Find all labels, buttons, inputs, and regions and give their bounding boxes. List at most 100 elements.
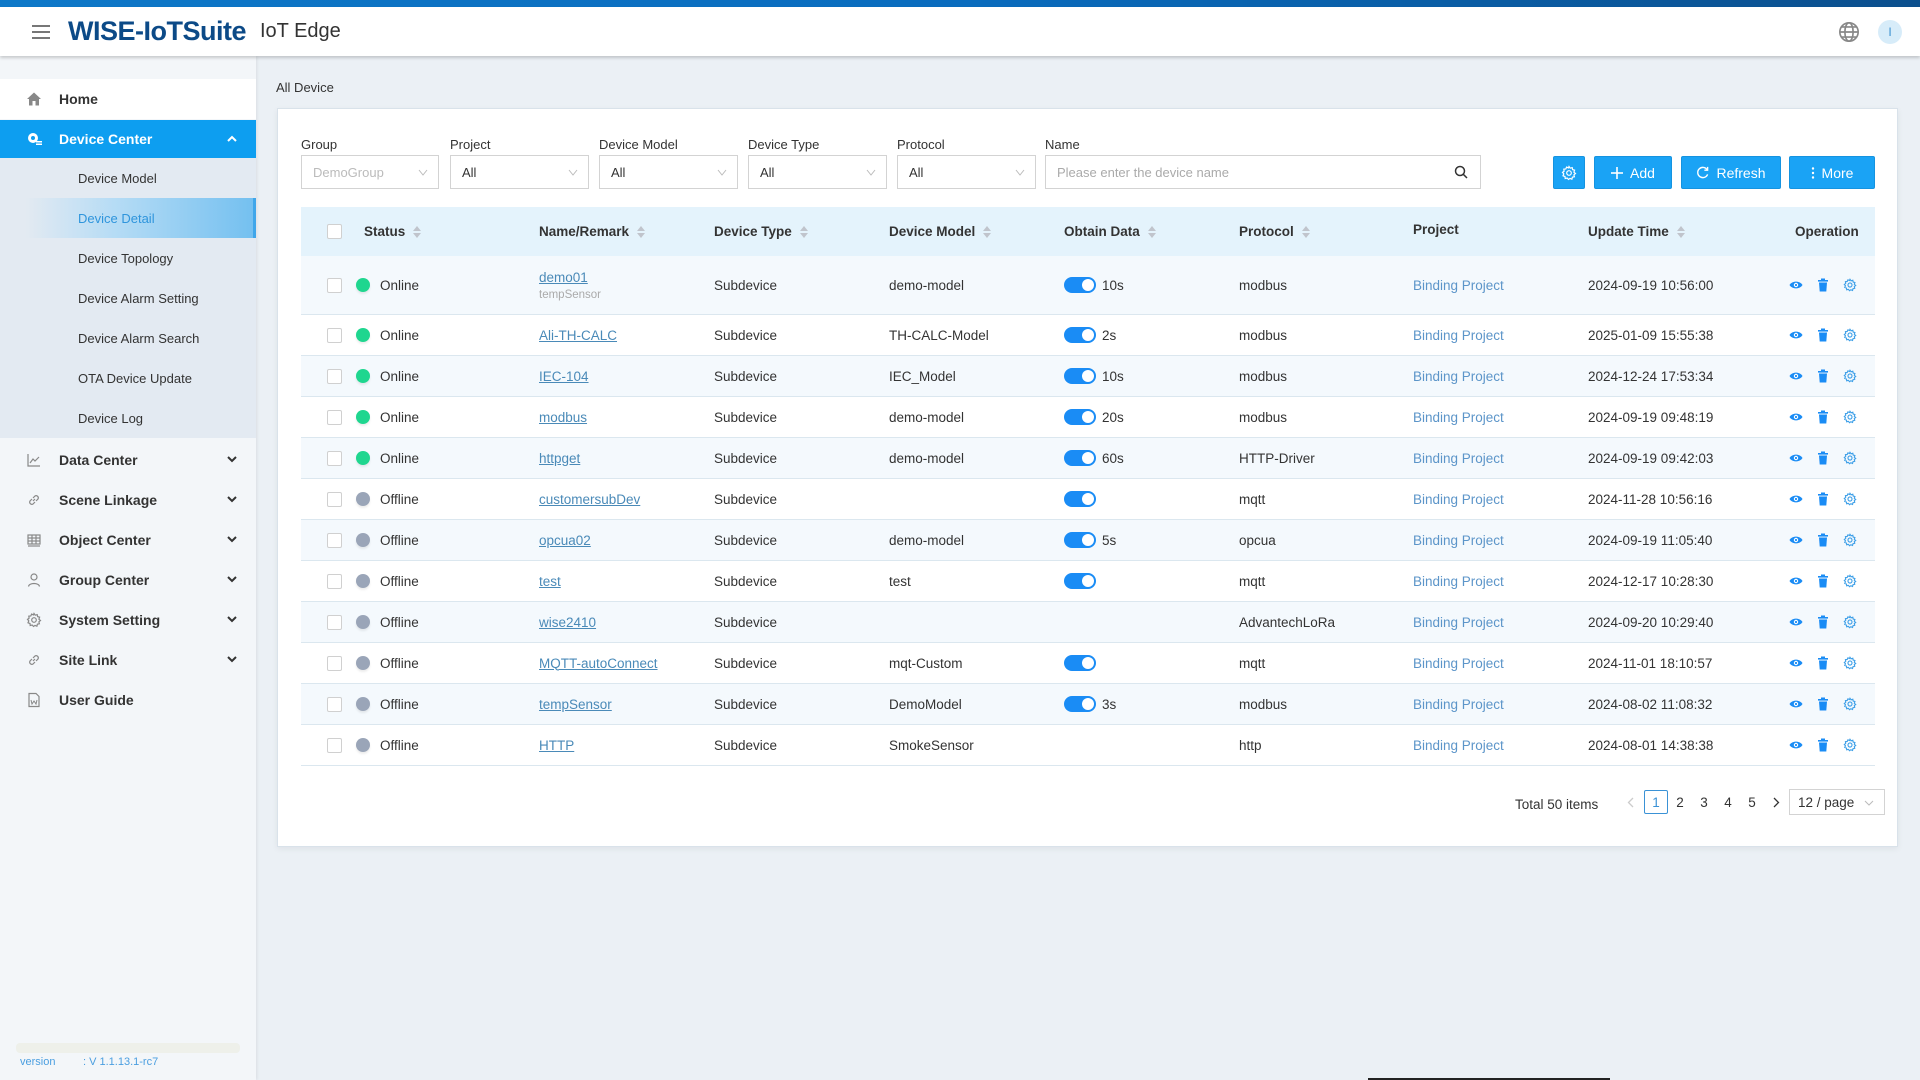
- menu-toggle-icon[interactable]: [32, 24, 50, 39]
- settings-gear-icon[interactable]: [1843, 278, 1857, 292]
- pagination-page-5[interactable]: 5: [1740, 790, 1764, 814]
- group-select[interactable]: DemoGroup: [301, 155, 439, 189]
- view-eye-icon[interactable]: [1789, 697, 1803, 711]
- binding-project-link[interactable]: Binding Project: [1413, 492, 1504, 507]
- obtain-data-toggle[interactable]: [1064, 491, 1096, 507]
- row-checkbox[interactable]: [327, 451, 342, 466]
- page-size-select[interactable]: 12 / page: [1789, 789, 1885, 815]
- delete-trash-icon[interactable]: [1816, 278, 1830, 292]
- view-eye-icon[interactable]: [1789, 533, 1803, 547]
- delete-trash-icon[interactable]: [1816, 615, 1830, 629]
- sidebar-subitem-device-log[interactable]: Device Log: [0, 398, 256, 438]
- delete-trash-icon[interactable]: [1816, 492, 1830, 506]
- sidebar-item-data-center[interactable]: Data Center: [0, 440, 256, 480]
- sort-icon[interactable]: [799, 225, 808, 238]
- device-name-link[interactable]: demo01: [539, 270, 588, 285]
- pagination-page-4[interactable]: 4: [1716, 790, 1740, 814]
- device-name-link[interactable]: modbus: [539, 410, 587, 425]
- device-model-select[interactable]: All: [599, 155, 738, 189]
- sidebar-subitem-device-alarm-setting[interactable]: Device Alarm Setting: [0, 278, 256, 318]
- sort-icon[interactable]: [983, 225, 992, 238]
- project-select[interactable]: All: [450, 155, 589, 189]
- add-device-button[interactable]: Add: [1594, 156, 1672, 189]
- obtain-data-toggle[interactable]: [1064, 573, 1096, 589]
- binding-project-link[interactable]: Binding Project: [1413, 533, 1504, 548]
- binding-project-link[interactable]: Binding Project: [1413, 697, 1504, 712]
- obtain-data-toggle[interactable]: [1064, 655, 1096, 671]
- sort-icon[interactable]: [637, 225, 646, 238]
- column-header-obtain-data[interactable]: Obtain Data: [1064, 207, 1156, 256]
- delete-trash-icon[interactable]: [1816, 410, 1830, 424]
- delete-trash-icon[interactable]: [1816, 656, 1830, 670]
- select-all-checkbox[interactable]: [327, 224, 342, 239]
- settings-gear-icon[interactable]: [1843, 615, 1857, 629]
- device-name-link[interactable]: IEC-104: [539, 369, 589, 384]
- settings-gear-icon[interactable]: [1843, 492, 1857, 506]
- pagination-page-2[interactable]: 2: [1668, 790, 1692, 814]
- binding-project-link[interactable]: Binding Project: [1413, 574, 1504, 589]
- settings-gear-icon[interactable]: [1843, 328, 1857, 342]
- column-header-name[interactable]: Name/Remark: [539, 207, 646, 256]
- delete-trash-icon[interactable]: [1816, 697, 1830, 711]
- row-checkbox[interactable]: [327, 410, 342, 425]
- pagination-next-button[interactable]: [1764, 790, 1788, 814]
- binding-project-link[interactable]: Binding Project: [1413, 278, 1504, 293]
- device-name-link[interactable]: tempSensor: [539, 697, 612, 712]
- row-checkbox[interactable]: [327, 369, 342, 384]
- binding-project-link[interactable]: Binding Project: [1413, 738, 1504, 753]
- sidebar-subitem-ota-device-update[interactable]: OTA Device Update: [0, 358, 256, 398]
- binding-project-link[interactable]: Binding Project: [1413, 615, 1504, 630]
- row-checkbox[interactable]: [327, 533, 342, 548]
- device-name-link[interactable]: test: [539, 574, 561, 589]
- sort-icon[interactable]: [1147, 225, 1156, 238]
- device-type-select[interactable]: All: [748, 155, 887, 189]
- row-checkbox[interactable]: [327, 328, 342, 343]
- more-button[interactable]: More: [1789, 156, 1875, 189]
- sidebar-subitem-device-model[interactable]: Device Model: [0, 158, 256, 198]
- sidebar-item-user-guide[interactable]: User Guide: [0, 680, 256, 720]
- column-header-device-model[interactable]: Device Model: [889, 207, 992, 256]
- device-name-link[interactable]: HTTP: [539, 738, 574, 753]
- sidebar-item-site-link[interactable]: Site Link: [0, 640, 256, 680]
- device-name-link[interactable]: wise2410: [539, 615, 596, 630]
- sidebar-item-group-center[interactable]: Group Center: [0, 560, 256, 600]
- row-checkbox[interactable]: [327, 574, 342, 589]
- binding-project-link[interactable]: Binding Project: [1413, 451, 1504, 466]
- language-globe-icon[interactable]: [1838, 21, 1860, 43]
- sidebar-item-system-setting[interactable]: System Setting: [0, 600, 256, 640]
- delete-trash-icon[interactable]: [1816, 328, 1830, 342]
- device-name-link[interactable]: Ali-TH-CALC: [539, 328, 617, 343]
- view-eye-icon[interactable]: [1789, 410, 1803, 424]
- obtain-data-toggle[interactable]: [1064, 368, 1096, 384]
- device-name-link[interactable]: opcua02: [539, 533, 591, 548]
- delete-trash-icon[interactable]: [1816, 533, 1830, 547]
- delete-trash-icon[interactable]: [1816, 574, 1830, 588]
- sort-icon[interactable]: [1676, 225, 1685, 238]
- settings-gear-icon[interactable]: [1843, 656, 1857, 670]
- view-eye-icon[interactable]: [1789, 328, 1803, 342]
- pagination-page-3[interactable]: 3: [1692, 790, 1716, 814]
- column-header-update-time[interactable]: Update Time: [1588, 207, 1685, 256]
- view-eye-icon[interactable]: [1789, 656, 1803, 670]
- pagination-prev-button[interactable]: [1618, 790, 1642, 814]
- device-name-link[interactable]: MQTT-autoConnect: [539, 656, 658, 671]
- delete-trash-icon[interactable]: [1816, 451, 1830, 465]
- view-eye-icon[interactable]: [1789, 492, 1803, 506]
- view-eye-icon[interactable]: [1789, 451, 1803, 465]
- view-eye-icon[interactable]: [1789, 369, 1803, 383]
- delete-trash-icon[interactable]: [1816, 369, 1830, 383]
- protocol-select[interactable]: All: [897, 155, 1036, 189]
- obtain-data-toggle[interactable]: [1064, 277, 1096, 293]
- settings-gear-icon[interactable]: [1843, 451, 1857, 465]
- row-checkbox[interactable]: [327, 656, 342, 671]
- sidebar-subitem-device-alarm-search[interactable]: Device Alarm Search: [0, 318, 256, 358]
- refresh-button[interactable]: Refresh: [1681, 156, 1781, 189]
- view-eye-icon[interactable]: [1789, 738, 1803, 752]
- sidebar-item-object-center[interactable]: Object Center: [0, 520, 256, 560]
- column-settings-button[interactable]: [1553, 156, 1585, 189]
- row-checkbox[interactable]: [327, 492, 342, 507]
- obtain-data-toggle[interactable]: [1064, 450, 1096, 466]
- settings-gear-icon[interactable]: [1843, 533, 1857, 547]
- binding-project-link[interactable]: Binding Project: [1413, 410, 1504, 425]
- device-name-link[interactable]: httpget: [539, 451, 580, 466]
